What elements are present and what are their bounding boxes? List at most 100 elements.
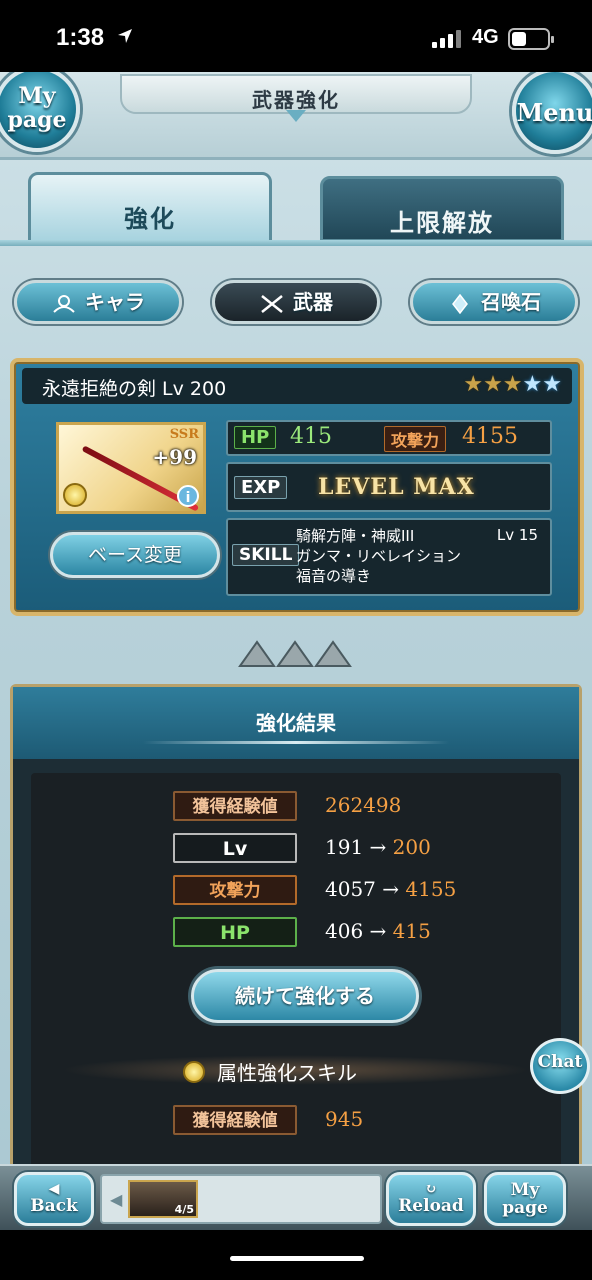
category-summon-label: 召喚石 [481, 290, 541, 314]
weapon-card: 永遠拒絶の剣 Lv 200 ★★★★★ SSR +99 i ベース変更 HP 4… [10, 358, 584, 616]
result-title: 強化結果 [256, 711, 336, 735]
category-weapon-button[interactable]: 武器 [212, 280, 380, 324]
base-change-button[interactable]: ベース変更 [50, 532, 220, 578]
star-icon: ★ [483, 372, 503, 397]
hp-label: HP [234, 426, 277, 449]
back-arrow-icon: ◀ [48, 1181, 60, 1197]
bottom-mypage-button[interactable]: My page [484, 1172, 566, 1226]
back-label: Back [30, 1196, 78, 1216]
weapon-name-bar: 永遠拒絶の剣 Lv 200 ★★★★★ [22, 368, 572, 404]
weapon-name: 永遠拒絶の剣 Lv 200 [42, 378, 227, 400]
tab-limit-break-label: 上限解放 [390, 209, 494, 237]
chat-button[interactable]: Chat [530, 1038, 590, 1094]
hp-atk-box: HP 415 攻撃力 4155 [226, 420, 552, 456]
light-element-icon [183, 1061, 205, 1083]
attr-gained-exp-value: 945 [325, 1107, 364, 1131]
cellular-signal-icon [432, 30, 462, 48]
tab-enhance[interactable]: 強化 [28, 172, 272, 244]
quick-slot[interactable]: 4/5 [128, 1180, 198, 1218]
info-icon[interactable]: i [177, 485, 199, 507]
skill-name: 福音の導き [296, 567, 372, 585]
clock: 1:38 [56, 24, 105, 51]
star-icon: ★ [522, 372, 543, 397]
result-body: 獲得経験値 262498 Lv 191 → 200 攻撃力 4057 → 415… [31, 773, 561, 1230]
arrow: → [369, 835, 387, 859]
exp-box: EXP LEVEL MAX [226, 462, 552, 512]
attack-label: 攻撃力 [384, 426, 447, 452]
tab-limit-break[interactable]: 上限解放 [320, 176, 564, 242]
level-change: 191 → 200 [325, 835, 431, 859]
bottom-nav: ◀ Back ◀ 4/5 ↻ Reload My page [0, 1164, 592, 1230]
hp-old: 406 [325, 919, 364, 943]
plus-bonus: +99 [152, 445, 197, 469]
skill-box: SKILL 騎解方陣・神威III ガンマ・リベレイション 福音の導き Lv 15 [226, 518, 552, 596]
reload-label: Reload [398, 1196, 464, 1216]
attr-gained-exp-label: 獲得経験値 [173, 1105, 297, 1135]
skill-label: SKILL [232, 544, 300, 566]
hp-new: 415 [392, 919, 431, 943]
attack-change-label: 攻撃力 [173, 875, 297, 905]
skill-name: ガンマ・リベレイション [296, 547, 462, 565]
star-icon: ★ [502, 372, 523, 397]
quick-slot-count: 4/5 [174, 1203, 194, 1216]
attack-value: 4155 [462, 424, 518, 449]
result-panel: 強化結果 獲得経験値 262498 Lv 191 → 200 攻撃力 4057 … [10, 684, 582, 1230]
rarity-badge: SSR [169, 427, 199, 442]
home-indicator[interactable] [230, 1256, 364, 1261]
hp-change: 406 → 415 [325, 919, 431, 943]
tab-divider [0, 240, 592, 246]
category-character-label: キャラ [85, 290, 145, 314]
star-icon: ★ [542, 372, 562, 397]
title-plate: 武器強化 [120, 74, 472, 114]
gained-exp-value: 262498 [325, 793, 402, 817]
quick-slot-bar[interactable]: ◀ 4/5 [100, 1174, 382, 1224]
divider [143, 741, 449, 744]
network-type: 4G [472, 26, 499, 48]
location-arrow-icon [118, 29, 132, 43]
home-indicator-area [0, 1230, 592, 1280]
category-character-button[interactable]: キャラ [14, 280, 182, 324]
attack-new: 4155 [405, 877, 457, 901]
back-button[interactable]: ◀ Back [14, 1172, 94, 1226]
left-arrow-icon[interactable]: ◀ [110, 1190, 122, 1209]
status-bar: 1:38 4G [0, 0, 592, 72]
level-old: 191 [325, 835, 364, 859]
skill-level: Lv 15 [496, 526, 538, 544]
reload-button[interactable]: ↻ Reload [386, 1172, 476, 1226]
exp-value: LEVEL MAX [318, 474, 475, 500]
header: 武器強化 My page Menu [0, 72, 592, 160]
page-title: 武器強化 [252, 88, 340, 112]
gained-exp-label: 獲得経験値 [173, 791, 297, 821]
hp-value: 415 [290, 424, 332, 449]
continue-enhance-button[interactable]: 続けて強化する [191, 969, 419, 1023]
skill-list: 騎解方陣・神威III ガンマ・リベレイション 福音の導き [296, 526, 461, 586]
level-new: 200 [392, 835, 431, 859]
tab-enhance-label: 強化 [124, 205, 176, 233]
exp-label: EXP [234, 476, 288, 499]
light-element-icon [63, 483, 87, 507]
weapon-thumbnail[interactable]: SSR +99 i [56, 422, 206, 514]
weapon-icon [261, 294, 283, 313]
level-label: Lv [173, 833, 297, 863]
rarity-stars: ★★★★★ [463, 372, 562, 397]
star-icon: ★ [463, 372, 484, 397]
attack-old: 4057 [325, 877, 376, 901]
category-summon-button[interactable]: 召喚石 [410, 280, 578, 324]
attr-skill-label: 属性強化スキル [217, 1061, 357, 1085]
mypage-button[interactable]: My page [0, 72, 80, 152]
character-icon [53, 294, 75, 313]
result-header: 強化結果 [13, 687, 579, 759]
title-pointer-icon [286, 110, 306, 122]
category-weapon-label: 武器 [293, 290, 333, 314]
attack-change: 4057 → 4155 [325, 877, 456, 901]
menu-button[interactable]: Menu [512, 72, 592, 154]
summon-stone-icon [452, 293, 468, 314]
hp-change-label: HP [173, 917, 297, 947]
game-screen: 武器強化 My page Menu 強化 上限解放 キャラ 武器 召喚石 永遠拒… [0, 72, 592, 1230]
arrow: → [382, 877, 400, 901]
arrow: → [369, 919, 387, 943]
reload-icon: ↻ [425, 1181, 437, 1197]
bottom-mypage-label: My page [502, 1180, 548, 1218]
ornament-triangles-icon [238, 640, 352, 667]
skill-name: 騎解方陣・神威III [296, 527, 415, 545]
